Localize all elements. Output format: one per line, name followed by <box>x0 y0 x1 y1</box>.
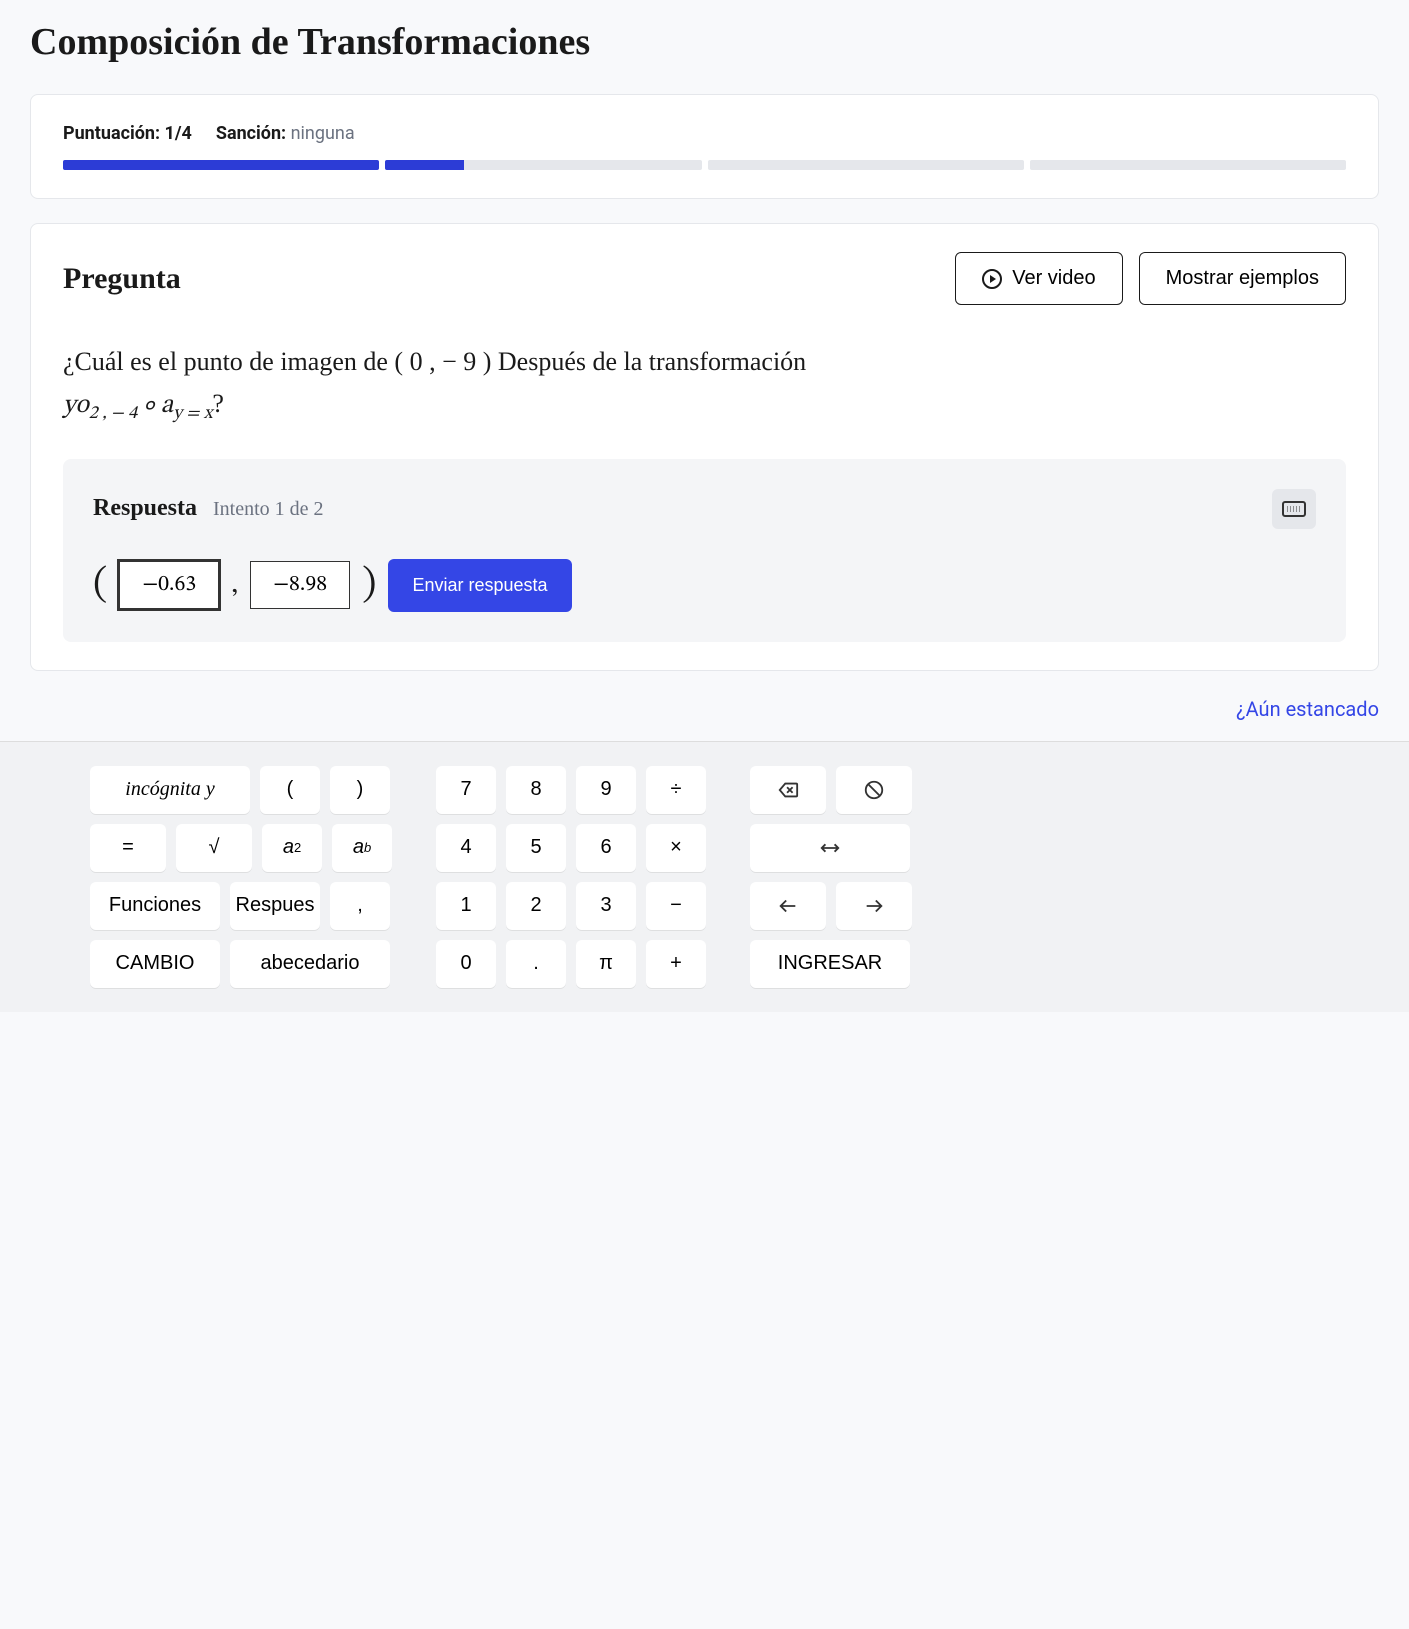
key-[interactable]: × <box>646 824 706 872</box>
left-key[interactable] <box>750 882 826 930</box>
key-cambio[interactable]: CAMBIO <box>90 940 220 988</box>
comma: , <box>231 568 238 603</box>
answer-input-x[interactable] <box>119 561 219 609</box>
open-paren: ( <box>93 560 107 610</box>
key-a[interactable]: a2 <box>262 824 322 872</box>
question-point: ( 0 , − 9 ) <box>394 347 491 376</box>
backspace-key[interactable] <box>750 766 826 814</box>
watch-video-label: Ver video <box>1012 267 1095 290</box>
question-text: ¿Cuál es el punto de imagen de ( 0 , − 9… <box>63 341 1346 429</box>
key-[interactable]: ( <box>260 766 320 814</box>
key-a[interactable]: ab <box>332 824 392 872</box>
key-5[interactable]: 5 <box>506 824 566 872</box>
key-respues[interactable]: Respues <box>230 882 320 930</box>
key-[interactable]: . <box>506 940 566 988</box>
key-[interactable]: = <box>90 824 166 872</box>
watch-video-button[interactable]: Ver video <box>955 252 1122 305</box>
penalty-value: ninguna <box>291 123 355 144</box>
backspace-icon <box>777 779 799 801</box>
progress-bar <box>63 160 1346 170</box>
submit-button[interactable]: Enviar respuesta <box>388 559 571 612</box>
key-9[interactable]: 9 <box>576 766 636 814</box>
score-card: Puntuación: 1/4 Sanción: ninguna <box>30 94 1379 199</box>
key-[interactable]: − <box>646 882 706 930</box>
key-[interactable]: + <box>646 940 706 988</box>
show-examples-button[interactable]: Mostrar ejemplos <box>1139 252 1346 305</box>
key-7[interactable]: 7 <box>436 766 496 814</box>
cancel-key[interactable] <box>836 766 912 814</box>
right-key[interactable] <box>836 882 912 930</box>
key-3[interactable]: 3 <box>576 882 636 930</box>
score-value: 1/4 <box>165 123 192 144</box>
progress-segment <box>63 160 379 170</box>
key-ingresar[interactable]: INGRESAR <box>750 940 910 988</box>
lr-arrow-key[interactable] <box>750 824 910 872</box>
still-stuck-link[interactable]: ¿Aún estancado <box>1236 697 1379 721</box>
question-heading: Pregunta <box>63 262 181 296</box>
progress-segment <box>708 160 1024 170</box>
penalty-label: Sanción: <box>216 123 286 144</box>
answer-input-y[interactable] <box>250 561 350 609</box>
key-6[interactable]: 6 <box>576 824 636 872</box>
key-[interactable]: √ <box>176 824 252 872</box>
score-label: Puntuación: <box>63 123 160 144</box>
key-8[interactable]: 8 <box>506 766 566 814</box>
key-[interactable]: π <box>576 940 636 988</box>
key-1[interactable]: 1 <box>436 882 496 930</box>
answer-area: Respuesta Intento 1 de 2 ( , ) Enviar re… <box>63 459 1346 642</box>
progress-segment <box>385 160 701 170</box>
cancel-icon <box>863 779 885 801</box>
key-[interactable]: , <box>330 882 390 930</box>
attempt-counter: Intento 1 de 2 <box>213 498 324 520</box>
play-icon <box>982 269 1002 289</box>
key-funciones[interactable]: Funciones <box>90 882 220 930</box>
right-icon <box>863 895 885 917</box>
key-4[interactable]: 4 <box>436 824 496 872</box>
math-keyboard: incógnita y() =√a2ab FuncionesRespues, CAMB… <box>0 741 1409 1012</box>
close-paren: ) <box>362 560 376 610</box>
key-abecedario[interactable]: abecedario <box>230 940 390 988</box>
show-examples-label: Mostrar ejemplos <box>1166 267 1319 290</box>
page-title: Composición de Transformaciones <box>30 20 1379 64</box>
question-card: Pregunta Ver video Mostrar ejemplos ¿Cuá… <box>30 223 1379 671</box>
key-[interactable]: ÷ <box>646 766 706 814</box>
progress-segment <box>1030 160 1346 170</box>
key-2[interactable]: 2 <box>506 882 566 930</box>
key-0[interactable]: 0 <box>436 940 496 988</box>
question-transformation: yo2 , − 4 ∘ ay = x <box>63 393 212 419</box>
lr-arrow-icon <box>819 837 841 859</box>
answer-heading: Respuesta <box>93 495 197 521</box>
left-icon <box>777 895 799 917</box>
keyboard-icon <box>1282 501 1306 517</box>
key-inc-gnita-y[interactable]: incógnita y <box>90 766 250 814</box>
keyboard-toggle-button[interactable] <box>1272 489 1316 529</box>
key-[interactable]: ) <box>330 766 390 814</box>
